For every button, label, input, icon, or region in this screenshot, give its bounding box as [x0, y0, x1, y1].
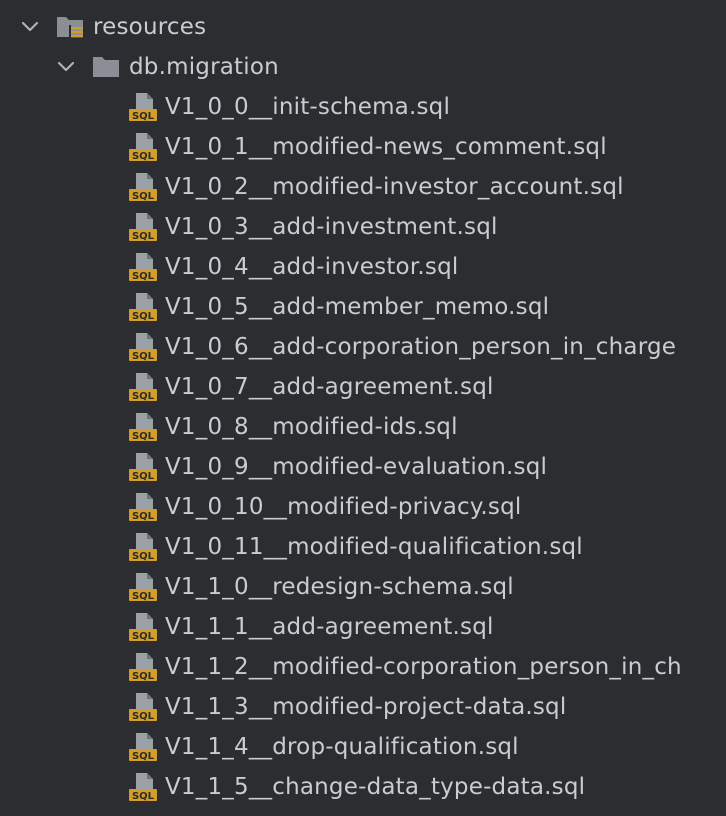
- tree-row-sql-file[interactable]: SQL V1_0_2__modified-investor_account.sql: [0, 167, 726, 207]
- tree-row-sql-file[interactable]: SQL V1_0_10__modified-privacy.sql: [0, 487, 726, 527]
- svg-text:SQL: SQL: [132, 471, 155, 482]
- tree-label-sql-file: V1_1_4__drop-qualification.sql: [165, 734, 519, 760]
- sql-file-icon: SQL: [127, 331, 159, 363]
- tree-row-sql-file[interactable]: SQL V1_1_4__drop-qualification.sql: [0, 727, 726, 767]
- svg-text:SQL: SQL: [132, 311, 155, 322]
- tree-row-sql-file[interactable]: SQL V1_0_1__modified-news_comment.sql: [0, 127, 726, 167]
- svg-text:SQL: SQL: [132, 551, 155, 562]
- svg-text:SQL: SQL: [132, 711, 155, 722]
- svg-text:SQL: SQL: [132, 191, 155, 202]
- svg-text:SQL: SQL: [132, 351, 155, 362]
- tree-row-sql-file[interactable]: SQL V1_0_4__add-investor.sql: [0, 247, 726, 287]
- chevron-down-icon[interactable]: [18, 15, 42, 39]
- svg-text:SQL: SQL: [132, 111, 155, 122]
- sql-file-icon: SQL: [127, 771, 159, 803]
- resources-folder-icon: [55, 11, 87, 43]
- tree-row-sql-file[interactable]: SQL V1_1_0__redesign-schema.sql: [0, 567, 726, 607]
- tree-label-resources: resources: [93, 14, 207, 40]
- tree-row-db-migration[interactable]: db.migration: [0, 47, 726, 87]
- tree-label-sql-file: V1_0_4__add-investor.sql: [165, 254, 459, 280]
- sql-file-icon: SQL: [127, 251, 159, 283]
- sql-file-icon: SQL: [127, 91, 159, 123]
- folder-icon: [91, 51, 123, 83]
- sql-file-icon: SQL: [127, 731, 159, 763]
- sql-file-icon: SQL: [127, 411, 159, 443]
- tree-row-resources[interactable]: resources: [0, 7, 726, 47]
- svg-text:SQL: SQL: [132, 511, 155, 522]
- tree-label-sql-file: V1_1_5__change-data_type-data.sql: [165, 774, 586, 800]
- sql-file-icon: SQL: [127, 531, 159, 563]
- sql-file-icon: SQL: [127, 691, 159, 723]
- tree-row-sql-file[interactable]: SQL V1_0_8__modified-ids.sql: [0, 407, 726, 447]
- tree-label-sql-file: V1_1_2__modified-corporation_person_in_c…: [165, 654, 682, 680]
- svg-text:SQL: SQL: [132, 431, 155, 442]
- tree-row-sql-file[interactable]: SQL V1_0_3__add-investment.sql: [0, 207, 726, 247]
- tree-label-sql-file: V1_0_0__init-schema.sql: [165, 94, 451, 120]
- tree-label-sql-file: V1_0_10__modified-privacy.sql: [165, 494, 522, 520]
- tree-row-sql-file[interactable]: SQL V1_0_9__modified-evaluation.sql: [0, 447, 726, 487]
- sql-file-icon: SQL: [127, 571, 159, 603]
- tree-row-sql-file[interactable]: SQL V1_0_11__modified-qualification.sql: [0, 527, 726, 567]
- tree-row-sql-file[interactable]: SQL V1_1_1__add-agreement.sql: [0, 607, 726, 647]
- tree-row-sql-file[interactable]: SQL V1_1_3__modified-project-data.sql: [0, 687, 726, 727]
- svg-text:SQL: SQL: [132, 591, 155, 602]
- tree-label-sql-file: V1_1_3__modified-project-data.sql: [165, 694, 567, 720]
- sql-file-icon: SQL: [127, 491, 159, 523]
- tree-label-sql-file: V1_0_3__add-investment.sql: [165, 214, 498, 240]
- tree-row-cutoff-top: [95, 0, 295, 6]
- tree-row-sql-file[interactable]: SQL V1_0_7__add-agreement.sql: [0, 367, 726, 407]
- svg-text:SQL: SQL: [132, 791, 155, 802]
- tree-label-sql-file: V1_0_7__add-agreement.sql: [165, 374, 494, 400]
- sql-file-icon: SQL: [127, 651, 159, 683]
- svg-text:SQL: SQL: [132, 391, 155, 402]
- tree-label-sql-file: V1_0_8__modified-ids.sql: [165, 414, 458, 440]
- tree-row-sql-file[interactable]: SQL V1_0_0__init-schema.sql: [0, 87, 726, 127]
- sql-file-icon: SQL: [127, 371, 159, 403]
- tree-row-sql-file[interactable]: SQL V1_1_5__change-data_type-data.sql: [0, 767, 726, 807]
- sql-file-icon: SQL: [127, 131, 159, 163]
- sql-file-icon: SQL: [127, 291, 159, 323]
- tree-label-sql-file: V1_0_5__add-member_memo.sql: [165, 294, 550, 320]
- svg-text:SQL: SQL: [132, 231, 155, 242]
- project-tree: resources db.migration SQL V1_0_0__init-s…: [0, 0, 726, 816]
- tree-label-sql-file: V1_0_1__modified-news_comment.sql: [165, 134, 607, 160]
- svg-text:SQL: SQL: [132, 631, 155, 642]
- sql-file-icon: SQL: [127, 451, 159, 483]
- svg-text:SQL: SQL: [132, 751, 155, 762]
- tree-label-sql-file: V1_1_1__add-agreement.sql: [165, 614, 494, 640]
- tree-row-sql-file[interactable]: SQL V1_1_2__modified-corporation_person_i…: [0, 647, 726, 687]
- tree-label-db-migration: db.migration: [129, 54, 279, 80]
- tree-label-sql-file: V1_0_6__add-corporation_person_in_charge: [165, 334, 677, 360]
- tree-label-sql-file: V1_0_11__modified-qualification.sql: [165, 534, 583, 560]
- tree-row-sql-file[interactable]: SQL V1_0_5__add-member_memo.sql: [0, 287, 726, 327]
- svg-text:SQL: SQL: [132, 671, 155, 682]
- svg-text:SQL: SQL: [132, 271, 155, 282]
- sql-file-icon: SQL: [127, 211, 159, 243]
- tree-label-sql-file: V1_0_9__modified-evaluation.sql: [165, 454, 548, 480]
- tree-label-sql-file: V1_0_2__modified-investor_account.sql: [165, 174, 624, 200]
- tree-label-sql-file: V1_1_0__redesign-schema.sql: [165, 574, 514, 600]
- sql-file-icon: SQL: [127, 171, 159, 203]
- svg-text:SQL: SQL: [132, 151, 155, 162]
- chevron-down-icon[interactable]: [54, 55, 78, 79]
- tree-row-sql-file[interactable]: SQL V1_0_6__add-corporation_person_in_cha…: [0, 327, 726, 367]
- sql-file-icon: SQL: [127, 611, 159, 643]
- tree-row-cutoff-bottom: [127, 810, 167, 816]
